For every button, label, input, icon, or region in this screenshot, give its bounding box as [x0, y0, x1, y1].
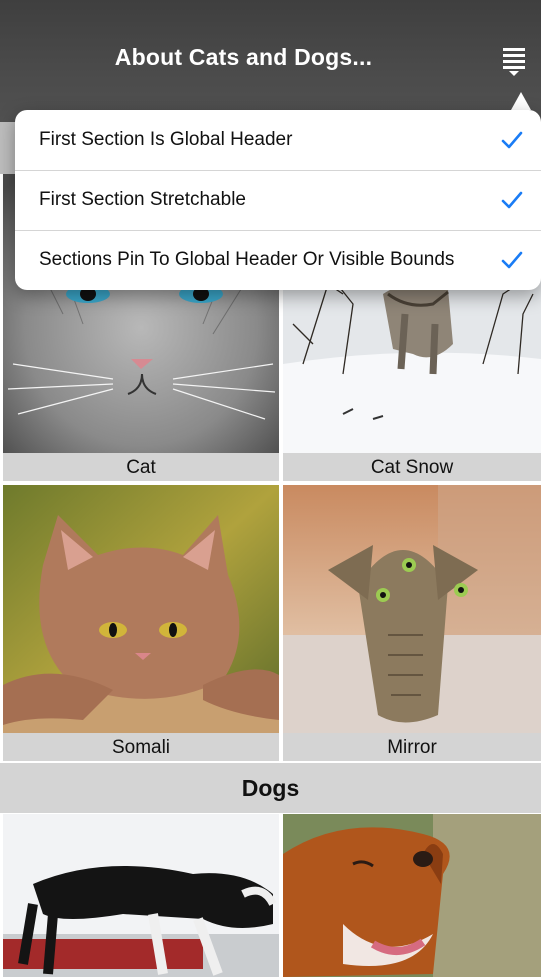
cell-caption: Cat [3, 453, 279, 481]
navigation-bar: About Cats and Dogs... [0, 0, 541, 122]
mirror-photo [283, 485, 541, 734]
checkmark-icon [501, 131, 523, 149]
section-header-dogs: Dogs [0, 763, 541, 813]
menu-item-label: Sections Pin To Global Header Or Visible… [39, 249, 455, 270]
somali-photo [3, 485, 279, 734]
collection-cell-dog-2[interactable] [283, 814, 541, 977]
dog-photo [283, 814, 541, 977]
app: About Cats and Dogs... Cat Cat Snow Soma… [0, 0, 541, 977]
menu-item-sections-pin[interactable]: Sections Pin To Global Header Or Visible… [15, 230, 541, 290]
collection-cell-mirror[interactable]: Mirror [283, 485, 541, 761]
menu-item-label: First Section Stretchable [39, 189, 246, 210]
menu-icon [503, 48, 525, 76]
menu-button[interactable] [497, 44, 531, 78]
cell-caption: Somali [3, 733, 279, 761]
menu-item-first-section-stretchable[interactable]: First Section Stretchable [15, 170, 541, 230]
collection-cell-somali[interactable]: Somali [3, 485, 279, 761]
menu-item-first-section-global-header[interactable]: First Section Is Global Header [15, 110, 541, 170]
menu-item-label: First Section Is Global Header [39, 129, 293, 150]
options-popover: First Section Is Global Header First Sec… [15, 110, 541, 290]
checkmark-icon [501, 251, 523, 269]
page-title: About Cats and Dogs... [114, 44, 373, 70]
cell-caption: Mirror [283, 733, 541, 761]
collection-cell-dog-1[interactable] [3, 814, 279, 977]
dog-photo [3, 814, 279, 977]
popover-arrow [511, 92, 531, 110]
cell-caption: Cat Snow [283, 453, 541, 481]
checkmark-icon [501, 191, 523, 209]
